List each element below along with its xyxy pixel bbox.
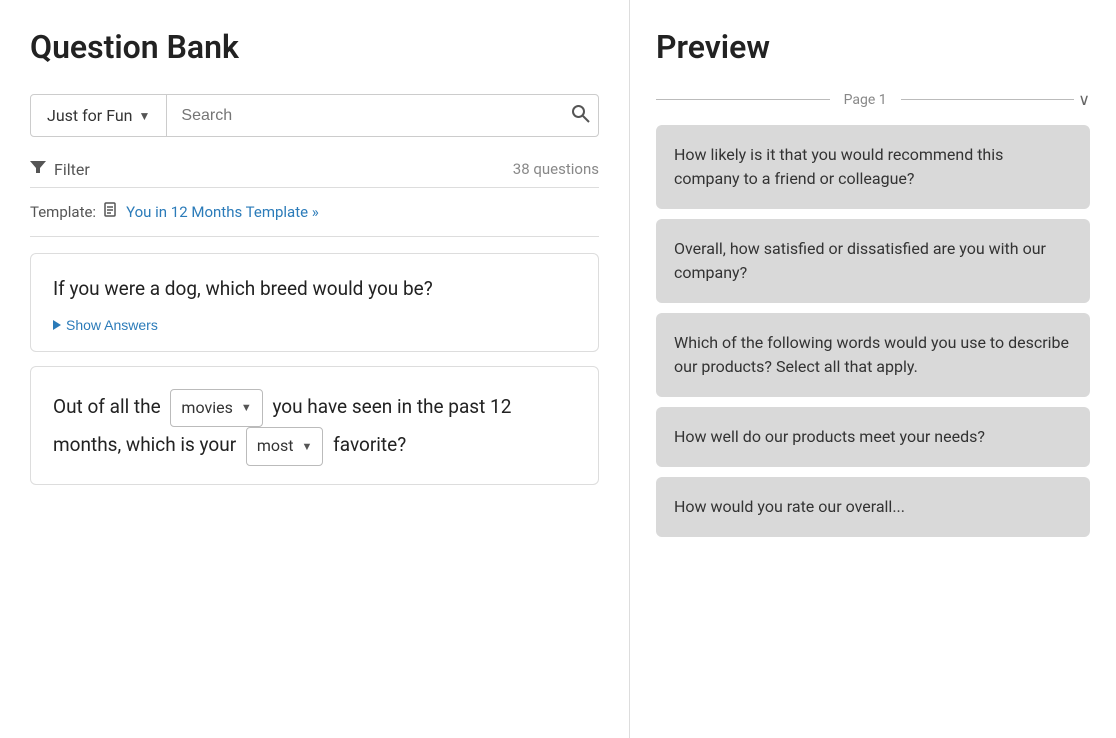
preview-questions: How likely is it that you would recommen… [656, 125, 1090, 718]
preview-question-text: Which of the following words would you u… [674, 331, 1072, 379]
question-card: If you were a dog, which breed would you… [30, 253, 599, 352]
preview-question-card: How well do our products meet your needs… [656, 407, 1090, 467]
search-button[interactable] [562, 95, 598, 136]
preview-question-text-partial: How would you rate our overall... [674, 495, 1072, 519]
template-link[interactable]: You in 12 Months Template » [126, 203, 319, 221]
page-label: Page 1 [830, 92, 901, 108]
preview-question-card-partial: How would you rate our overall... [656, 477, 1090, 537]
most-dropdown[interactable]: most ▼ [246, 427, 324, 466]
movies-chevron-icon: ▼ [241, 398, 252, 418]
show-answers-label: Show Answers [66, 317, 158, 333]
fill-in-question: Out of all the movies ▼ you have seen in… [53, 389, 576, 467]
preview-question-card: How likely is it that you would recommen… [656, 125, 1090, 209]
page-title: Question Bank [30, 28, 599, 66]
category-label: Just for Fun [47, 106, 133, 125]
template-row: Template: You in 12 Months Template » [30, 202, 599, 237]
fill-suffix: favorite? [333, 433, 406, 456]
search-input-wrapper [167, 95, 562, 136]
filter-icon [30, 159, 46, 179]
preview-question-text: How likely is it that you would recommen… [674, 143, 1072, 191]
template-label: Template: [30, 203, 96, 221]
page-line-left [656, 99, 830, 100]
right-panel: Preview Page 1 ∨ How likely is it that y… [630, 0, 1116, 738]
preview-title: Preview [656, 28, 1090, 66]
template-document-icon [104, 202, 118, 222]
category-chevron-icon: ▼ [139, 109, 151, 123]
movies-dropdown[interactable]: movies ▼ [170, 389, 262, 428]
search-input[interactable] [181, 107, 548, 125]
filter-row: Filter 38 questions [30, 151, 599, 188]
most-label: most [257, 432, 294, 461]
movies-label: movies [181, 394, 232, 423]
page-indicator: Page 1 ∨ [656, 90, 1090, 109]
filter-button[interactable]: Filter [30, 159, 90, 179]
questions-list: If you were a dog, which breed would you… [30, 253, 599, 718]
triangle-icon [53, 320, 61, 330]
category-dropdown[interactable]: Just for Fun ▼ [31, 95, 167, 136]
preview-question-text: How well do our products meet your needs… [674, 425, 1072, 449]
search-bar: Just for Fun ▼ [30, 94, 599, 137]
questions-count: 38 questions [513, 160, 599, 178]
most-chevron-icon: ▼ [302, 437, 313, 457]
question-card-fill: Out of all the movies ▼ you have seen in… [30, 366, 599, 486]
page-chevron-icon[interactable]: ∨ [1078, 90, 1090, 109]
fill-prefix: Out of all the [53, 395, 161, 418]
page-line-right [901, 99, 1075, 100]
show-answers-button[interactable]: Show Answers [53, 317, 158, 333]
question-text: If you were a dog, which breed would you… [53, 276, 576, 303]
left-panel: Question Bank Just for Fun ▼ Filter 38 q… [0, 0, 630, 738]
preview-question-card: Overall, how satisfied or dissatisfied a… [656, 219, 1090, 303]
filter-label: Filter [54, 160, 90, 179]
preview-question-text: Overall, how satisfied or dissatisfied a… [674, 237, 1072, 285]
preview-question-card: Which of the following words would you u… [656, 313, 1090, 397]
